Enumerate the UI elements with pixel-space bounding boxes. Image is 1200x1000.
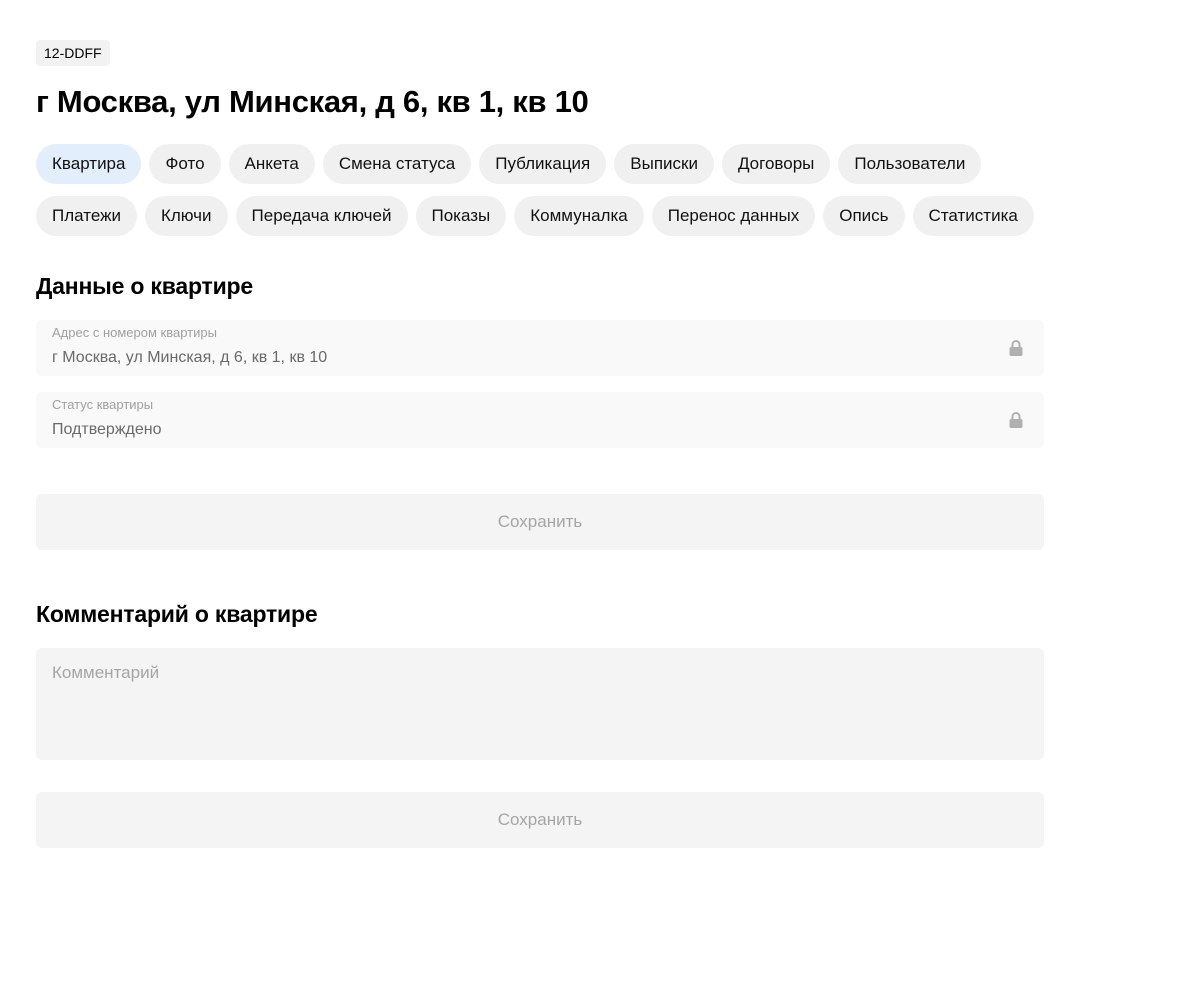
save-comment-button[interactable]: Сохранить [36,792,1044,848]
comment-section-title: Комментарий о квартире [36,601,318,627]
tab-publication[interactable]: Публикация [479,144,607,184]
tab-utilities[interactable]: Коммуналка [514,196,644,236]
address-field-label: Адрес с номером квартиры [52,325,217,340]
address-field: Адрес с номером квартиры г Москва, ул Ми… [36,320,1044,376]
tab-keys[interactable]: Ключи [144,196,228,236]
tabs-row-2: Платежи Ключи Передача ключей Показы Ком… [36,196,1034,236]
tab-contracts[interactable]: Договоры [721,144,831,184]
flat-page: 12-DDFF г Москва, ул Минская, д 6, кв 1,… [0,0,1200,1000]
status-field-value: Подтверждено [52,421,162,438]
page-title: г Москва, ул Минская, д 6, кв 1, кв 10 [36,84,589,119]
tab-photo[interactable]: Фото [149,144,221,184]
tab-payments[interactable]: Платежи [36,196,137,236]
tab-flat[interactable]: Квартира [36,144,142,184]
tabs-row-1: Квартира Фото Анкета Смена статуса Публи… [36,144,982,184]
tab-inventory[interactable]: Опись [823,196,905,236]
address-field-value: г Москва, ул Минская, д 6, кв 1, кв 10 [52,349,328,366]
tab-statistics[interactable]: Статистика [912,196,1034,236]
comment-input[interactable] [36,648,1044,760]
tab-key-handover[interactable]: Передача ключей [235,196,408,236]
flat-data-section-title: Данные о квартире [36,273,253,299]
flat-id-badge: 12-DDFF [36,40,110,66]
lock-icon [1009,340,1023,356]
status-field-label: Статус квартиры [52,397,154,412]
tab-extracts[interactable]: Выписки [614,144,714,184]
tab-status-change[interactable]: Смена статуса [322,144,472,184]
status-field: Статус квартиры Подтверждено [36,392,1044,448]
lock-icon [1009,412,1023,428]
tab-users[interactable]: Пользователи [838,144,982,184]
tab-showings[interactable]: Показы [415,196,507,236]
save-flat-data-button[interactable]: Сохранить [36,494,1044,550]
tab-questionnaire[interactable]: Анкета [228,144,315,184]
tab-data-transfer[interactable]: Перенос данных [651,196,816,236]
